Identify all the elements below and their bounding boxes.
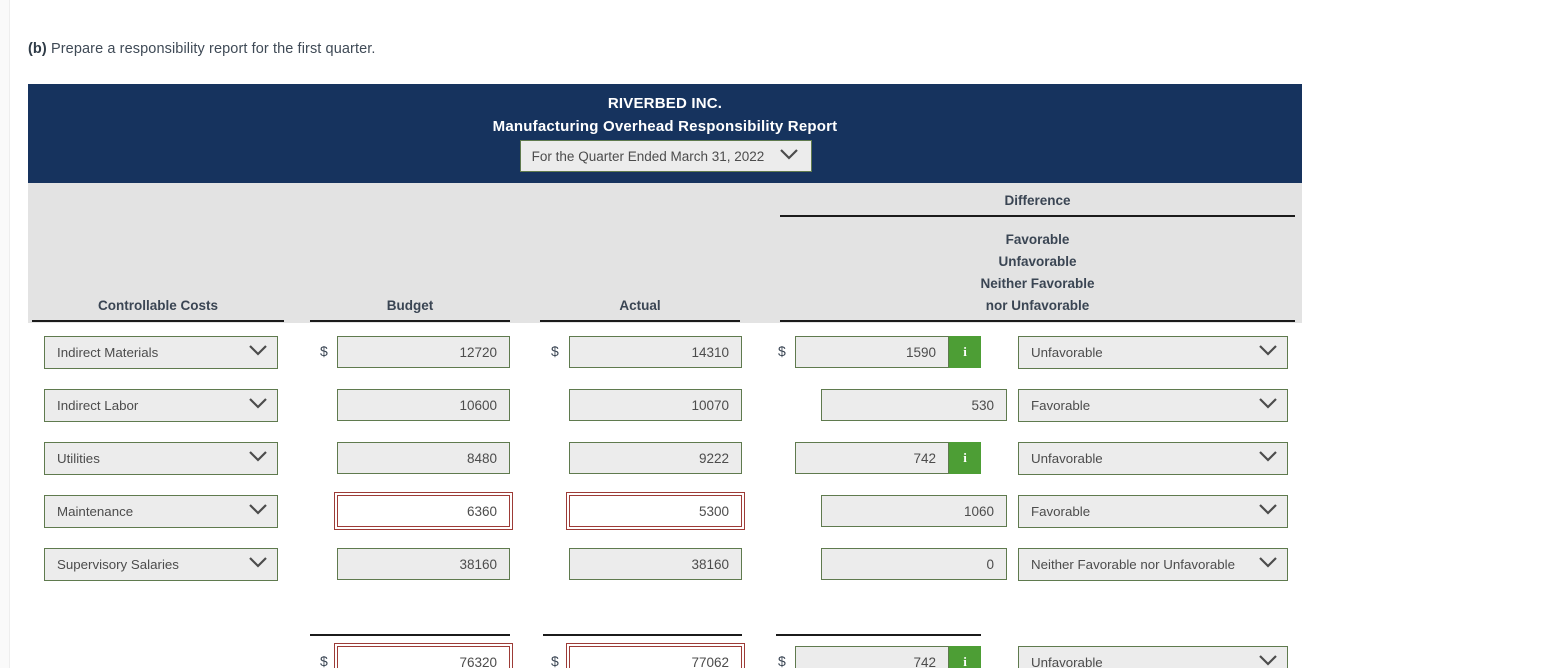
row-2-cost-label: Utilities	[57, 451, 100, 466]
row-2-difference-info-icon[interactable]: i	[949, 442, 981, 474]
row-3-budget-input[interactable]: 6360	[334, 492, 513, 530]
report-page: (b) Prepare a responsibility report for …	[0, 0, 1556, 668]
row-4-verdict-label: Neither Favorable nor Unfavorable	[1031, 557, 1235, 572]
table-header-band: Difference Favorable Unfavorable Neither…	[28, 183, 1302, 323]
row-2-difference-input[interactable]: 742	[795, 442, 949, 474]
row-1-cost-select[interactable]: Indirect Labor	[44, 389, 278, 422]
header-budget: Budget	[386, 298, 434, 313]
question-text: Prepare a responsibility report for the …	[50, 41, 376, 57]
row-4-cost-select[interactable]: Supervisory Salaries	[44, 548, 278, 581]
row-0-cost-select[interactable]: Indirect Materials	[44, 336, 278, 369]
row-4-difference-input[interactable]: 0	[821, 548, 1007, 580]
row-0-verdict-select[interactable]: Unfavorable	[1018, 336, 1288, 369]
total-difference-input[interactable]: 742	[795, 646, 949, 668]
question-label: (b)	[28, 41, 47, 57]
chevron-down-icon	[1257, 449, 1279, 468]
row-3-actual-input[interactable]: 5300	[566, 492, 745, 530]
chevron-down-icon	[1257, 343, 1279, 362]
difference-legend-line-2: Unfavorable	[998, 254, 1077, 269]
row-1-budget-input[interactable]: 10600	[337, 389, 510, 421]
subtotal-rule-budget	[310, 634, 510, 636]
subtotal-rule-difference	[776, 634, 981, 636]
row-3-verdict-select[interactable]: Favorable	[1018, 495, 1288, 528]
row-3-cost-label: Maintenance	[57, 504, 134, 519]
header-difference-rule	[780, 215, 1295, 217]
row-4-actual-input[interactable]: 38160	[569, 548, 742, 580]
total-difference-currency: $	[778, 653, 786, 668]
row-0-difference-currency: $	[778, 343, 786, 359]
row-0-cost-label: Indirect Materials	[57, 345, 159, 360]
row-0-actual-input[interactable]: 14310	[569, 336, 742, 368]
row-2-verdict-select[interactable]: Unfavorable	[1018, 442, 1288, 475]
row-0-verdict-label: Unfavorable	[1031, 345, 1103, 360]
total-budget-input[interactable]: 76320	[334, 643, 513, 668]
row-3-cost-select[interactable]: Maintenance	[44, 495, 278, 528]
row-1-cost-label: Indirect Labor	[57, 398, 139, 413]
chevron-down-icon	[247, 449, 269, 468]
total-actual-input[interactable]: 77062	[566, 643, 745, 668]
difference-legend-line-3: Neither Favorable	[980, 276, 1095, 291]
difference-legend-line-4: nor Unfavorable	[985, 298, 1090, 313]
chevron-down-icon	[1257, 502, 1279, 521]
chevron-down-icon	[1257, 653, 1279, 668]
row-3-difference-input[interactable]: 1060	[821, 495, 1007, 527]
header-actual-rule	[540, 320, 740, 322]
period-select[interactable]: For the Quarter Ended March 31, 2022	[520, 140, 812, 172]
report-title-band: RIVERBED INC. Manufacturing Overhead Res…	[28, 84, 1302, 183]
chevron-down-icon	[247, 343, 269, 362]
header-controllable-costs: Controllable Costs	[97, 298, 218, 313]
row-2-budget-input[interactable]: 8480	[337, 442, 510, 474]
chevron-down-icon	[247, 555, 269, 574]
total-actual-currency: $	[551, 653, 559, 668]
left-gutter	[0, 0, 10, 668]
row-0-budget-currency: $	[320, 343, 328, 359]
header-actual: Actual	[619, 298, 661, 313]
row-4-cost-label: Supervisory Salaries	[57, 557, 179, 572]
header-difference: Difference	[1004, 193, 1071, 208]
company-name: RIVERBED INC.	[607, 95, 723, 112]
subtotal-rule-actual	[543, 634, 742, 636]
row-0-budget-input[interactable]: 12720	[337, 336, 510, 368]
chevron-down-icon	[1257, 555, 1279, 574]
row-2-actual-input[interactable]: 9222	[569, 442, 742, 474]
difference-legend-line-1: Favorable	[1005, 232, 1070, 247]
row-0-difference-info-icon[interactable]: i	[949, 336, 981, 368]
row-1-actual-input[interactable]: 10070	[569, 389, 742, 421]
row-1-verdict-label: Favorable	[1031, 398, 1091, 413]
header-difference-bottom-rule	[780, 320, 1295, 322]
chevron-down-icon	[247, 502, 269, 521]
total-verdict-select[interactable]: Unfavorable	[1018, 646, 1288, 668]
period-select-value: For the Quarter Ended March 31, 2022	[531, 148, 765, 164]
row-1-verdict-select[interactable]: Favorable	[1018, 389, 1288, 422]
row-0-actual-currency: $	[551, 343, 559, 359]
row-2-cost-select[interactable]: Utilities	[44, 442, 278, 475]
header-controllable-costs-rule	[32, 320, 284, 322]
total-verdict-label: Unfavorable	[1031, 655, 1103, 668]
row-1-difference-input[interactable]: 530	[821, 389, 1007, 421]
row-2-verdict-label: Unfavorable	[1031, 451, 1103, 466]
header-budget-rule	[310, 320, 510, 322]
chevron-down-icon	[247, 396, 269, 415]
row-4-budget-input[interactable]: 38160	[337, 548, 510, 580]
chevron-down-icon	[1257, 396, 1279, 415]
row-0-difference-input[interactable]: 1590	[795, 336, 949, 368]
question-prompt: (b) Prepare a responsibility report for …	[28, 41, 376, 57]
chevron-down-icon	[778, 147, 800, 166]
report-subtitle: Manufacturing Overhead Responsibility Re…	[492, 118, 838, 135]
row-3-verdict-label: Favorable	[1031, 504, 1091, 519]
total-difference-info-icon[interactable]: i	[949, 646, 981, 668]
row-4-verdict-select[interactable]: Neither Favorable nor Unfavorable	[1018, 548, 1288, 581]
total-budget-currency: $	[320, 653, 328, 668]
